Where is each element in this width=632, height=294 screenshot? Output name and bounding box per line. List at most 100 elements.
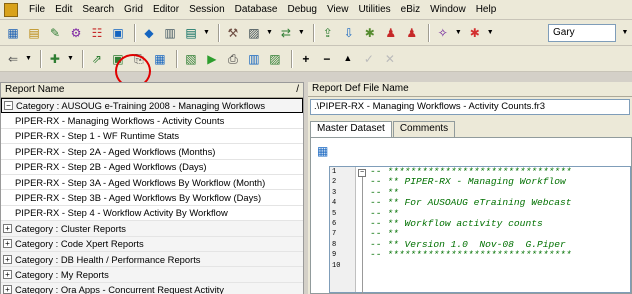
collapse-icon[interactable]: − <box>358 169 366 177</box>
menu-debug[interactable]: Debug <box>282 4 321 15</box>
report-icon[interactable]: ▨ <box>245 24 263 42</box>
procedure-editor-icon[interactable]: ✎ <box>46 24 64 42</box>
tree-row-label: Category : Code Xpert Reports <box>15 238 144 250</box>
column-header-label: Report Name <box>5 84 65 95</box>
menu-view[interactable]: View <box>322 4 354 15</box>
tab-master-dataset[interactable]: Master Dataset <box>310 121 392 137</box>
connect-icon[interactable]: ◆ <box>140 24 158 42</box>
preview-icon[interactable]: ▧ <box>182 50 200 68</box>
back-icon[interactable]: ⇐ <box>4 50 22 68</box>
chevron-down-icon[interactable]: ▼ <box>455 29 462 36</box>
menu-help[interactable]: Help <box>471 4 502 15</box>
menu-ebiz[interactable]: eBiz <box>396 4 425 15</box>
tools-icon[interactable]: ⚒ <box>224 24 242 42</box>
sql-editor[interactable]: 1 2 3 4 5 6 7 8 9 10 − -- ***********************… <box>329 166 631 294</box>
chevron-down-icon[interactable]: ▼ <box>266 29 273 36</box>
schema-browser-icon[interactable]: ▦ <box>4 24 22 42</box>
master-dataset-page: ▦ 1 2 3 4 5 6 7 8 9 10 − -- *********************… <box>310 137 632 294</box>
users-icon[interactable]: ♟ <box>382 24 400 42</box>
move-up-icon[interactable]: ▲ <box>339 50 357 68</box>
export-icon[interactable]: ⇪ <box>319 24 337 42</box>
tree-report-row[interactable]: PIPER-RX - Step 2A - Aged Workflows (Mon… <box>1 144 303 160</box>
code-area[interactable]: -- ******************************** -- **… <box>370 167 630 292</box>
menu-grid[interactable]: Grid <box>119 4 148 15</box>
line-number: 2 <box>332 178 337 187</box>
expand-icon[interactable]: + <box>3 285 12 294</box>
tree-category-row[interactable]: + Category : My Reports <box>1 267 303 283</box>
tree-report-row[interactable]: PIPER-RX - Step 2B - Aged Workflows (Day… <box>1 160 303 175</box>
chevron-down-icon[interactable]: ▼ <box>487 29 494 36</box>
detail-tabs: Master Dataset Comments <box>310 121 456 137</box>
code-line: -- ******************************** <box>370 249 572 261</box>
pin-icon[interactable]: ✚ <box>46 50 64 68</box>
line-number-gutter: 1 2 3 4 5 6 7 8 9 10 <box>330 167 356 292</box>
compare-icon[interactable]: ⇄ <box>277 24 295 42</box>
line-number: 1 <box>332 168 337 176</box>
expand-icon[interactable]: + <box>3 239 12 249</box>
settings-icon[interactable]: ▨ <box>266 50 284 68</box>
cancel-icon[interactable]: ✕ <box>381 50 399 68</box>
query-builder-icon[interactable]: ▦ <box>317 144 331 158</box>
menu-session[interactable]: Session <box>184 4 230 15</box>
sql-editor-icon[interactable]: ▤ <box>25 24 43 42</box>
tree-category-row[interactable]: − Category : AUSOUG e-Training 2008 - Man… <box>1 98 303 114</box>
tree-category-row[interactable]: + Category : Ora Apps - Concurrent Reques… <box>1 282 303 294</box>
tab-comments[interactable]: Comments <box>392 121 456 137</box>
tree-row-label: PIPER-RX - Step 3A - Aged Workflows By W… <box>15 176 266 188</box>
line-number: 3 <box>332 188 337 197</box>
menu-editor[interactable]: Editor <box>148 4 184 15</box>
menu-utilities[interactable]: Utilities <box>353 4 395 15</box>
report-tree: − Category : AUSOUG e-Training 2008 - Man… <box>1 98 303 294</box>
user-combo[interactable]: Gary <box>548 23 616 42</box>
expand-icon[interactable]: + <box>3 254 12 264</box>
grid-report-icon[interactable]: ▦ <box>151 50 169 68</box>
toolbar-separator <box>175 49 178 68</box>
tree-report-row[interactable]: PIPER-RX - Step 1 - WF Runtime Stats <box>1 129 303 145</box>
expand-icon[interactable]: + <box>3 269 12 279</box>
def-file-label: Report Def File Name <box>308 82 632 97</box>
sql-icon[interactable]: ☷ <box>88 24 106 42</box>
add-icon[interactable]: + <box>297 50 315 68</box>
toolbar-separator <box>134 23 136 42</box>
collapse-icon[interactable]: − <box>4 101 13 111</box>
explain-plan-icon[interactable]: ▣ <box>109 24 127 42</box>
menu-window[interactable]: Window <box>425 4 471 15</box>
menu-edit[interactable]: Edit <box>50 4 77 15</box>
sql-modeler-icon[interactable]: ⚙ <box>67 24 85 42</box>
chevron-down-icon[interactable]: ▼ <box>620 24 630 42</box>
report-name-column-header[interactable]: Report Name / <box>1 83 303 98</box>
roles-icon[interactable]: ♟ <box>403 24 421 42</box>
tree-row-label: Category : DB Health / Performance Repor… <box>15 253 201 265</box>
delete-icon[interactable]: − <box>318 50 336 68</box>
new-report-icon[interactable]: ⇗ <box>88 50 106 68</box>
tree-row-label: PIPER-RX - Step 2A - Aged Workflows (Mon… <box>15 145 216 157</box>
chevron-down-icon[interactable]: ▼ <box>298 29 305 36</box>
tree-category-row[interactable]: + Category : Cluster Reports <box>1 221 303 237</box>
kill-icon[interactable]: ✱ <box>466 24 484 42</box>
print-icon[interactable]: ⎙ <box>224 50 242 68</box>
import-icon[interactable]: ⇩ <box>340 24 358 42</box>
snippet-icon[interactable]: ✱ <box>361 24 379 42</box>
chevron-down-icon[interactable]: ▼ <box>203 29 210 36</box>
session-icon[interactable]: ▤ <box>182 24 200 42</box>
expand-icon[interactable]: + <box>3 223 12 233</box>
menu-file[interactable]: File <box>24 4 50 15</box>
menu-database[interactable]: Database <box>230 4 283 15</box>
tree-report-row[interactable]: PIPER-RX - Step 3B - Aged Workflows By W… <box>1 190 303 206</box>
check-icon[interactable]: ✓ <box>360 50 378 68</box>
tree-category-row[interactable]: + Category : Code Xpert Reports <box>1 236 303 252</box>
tree-report-row[interactable]: PIPER-RX - Step 3A - Aged Workflows By W… <box>1 175 303 191</box>
def-file-field[interactable]: .\PIPER-RX - Managing Workflows - Activi… <box>310 99 630 115</box>
menu-search[interactable]: Search <box>77 4 119 15</box>
tree-row-label: PIPER-RX - Step 1 - WF Runtime Stats <box>15 130 180 142</box>
tree-report-row[interactable]: PIPER-RX - Step 4 - Workflow Activity By… <box>1 206 303 222</box>
tree-category-row[interactable]: + Category : DB Health / Performance Repo… <box>1 251 303 268</box>
tree-report-row[interactable]: PIPER-RX - Managing Workflows - Activity… <box>1 113 303 129</box>
design-icon[interactable]: ▥ <box>245 50 263 68</box>
main-toolbar: ▦ ▤ ✎ ⚙ ☷ ▣ ◆ ▥ ▤ ▼ ⚒ ▨ ▼ ⇄ ▼ ⇪ ⇩ ✱ ♟ ♟ … <box>0 20 632 46</box>
chevron-down-icon[interactable]: ▼ <box>25 55 32 62</box>
database-icon[interactable]: ▥ <box>161 24 179 42</box>
run-icon[interactable]: ▶ <box>203 50 221 68</box>
wizard-icon[interactable]: ✧ <box>434 24 452 42</box>
chevron-down-icon[interactable]: ▼ <box>67 55 74 62</box>
